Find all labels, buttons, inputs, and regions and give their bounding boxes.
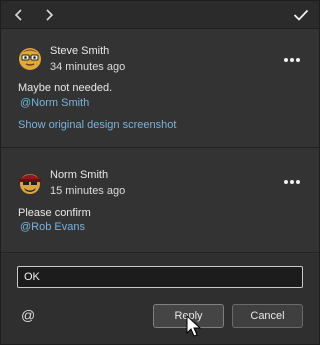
comment-item: Steve Smith 34 minutes ago Maybe not nee… bbox=[1, 30, 319, 148]
comment-item: Norm Smith 15 minutes ago Please confirm… bbox=[1, 149, 319, 253]
more-options-button[interactable] bbox=[282, 176, 302, 188]
reply-input[interactable] bbox=[17, 266, 303, 288]
comments-toolbar bbox=[1, 1, 319, 29]
comment-author: Steve Smith bbox=[50, 45, 110, 57]
checkmark-icon bbox=[293, 9, 309, 21]
more-options-button[interactable] bbox=[282, 54, 302, 66]
cancel-button[interactable]: Cancel bbox=[232, 304, 303, 328]
resolve-thread-button[interactable] bbox=[291, 5, 311, 25]
avatar bbox=[17, 45, 43, 71]
more-options-icon bbox=[284, 58, 288, 62]
comment-text: Please confirm bbox=[18, 207, 91, 219]
comment-timestamp: 34 minutes ago bbox=[50, 61, 126, 73]
chevron-right-icon bbox=[46, 9, 54, 21]
insert-mention-button[interactable]: @ bbox=[21, 307, 37, 323]
mention-link[interactable]: @Rob Evans bbox=[20, 221, 85, 233]
reply-button[interactable]: Reply bbox=[153, 304, 224, 328]
user-avatar-icon bbox=[19, 174, 41, 194]
more-options-icon bbox=[284, 180, 288, 184]
chevron-left-icon bbox=[14, 9, 22, 21]
comment-author: Norm Smith bbox=[50, 169, 109, 181]
comment-text: Maybe not needed. bbox=[18, 82, 113, 94]
mention-link[interactable]: @Norm Smith bbox=[20, 97, 89, 109]
at-sign-icon: @ bbox=[21, 307, 36, 323]
comments-panel: Steve Smith 34 minutes ago Maybe not nee… bbox=[0, 0, 320, 345]
show-original-screenshot-link[interactable]: Show original design screenshot bbox=[18, 119, 176, 131]
avatar bbox=[17, 169, 43, 195]
comment-timestamp: 15 minutes ago bbox=[50, 185, 126, 197]
previous-comment-button[interactable] bbox=[9, 5, 29, 25]
user-avatar-icon bbox=[19, 48, 41, 70]
next-comment-button[interactable] bbox=[39, 5, 59, 25]
